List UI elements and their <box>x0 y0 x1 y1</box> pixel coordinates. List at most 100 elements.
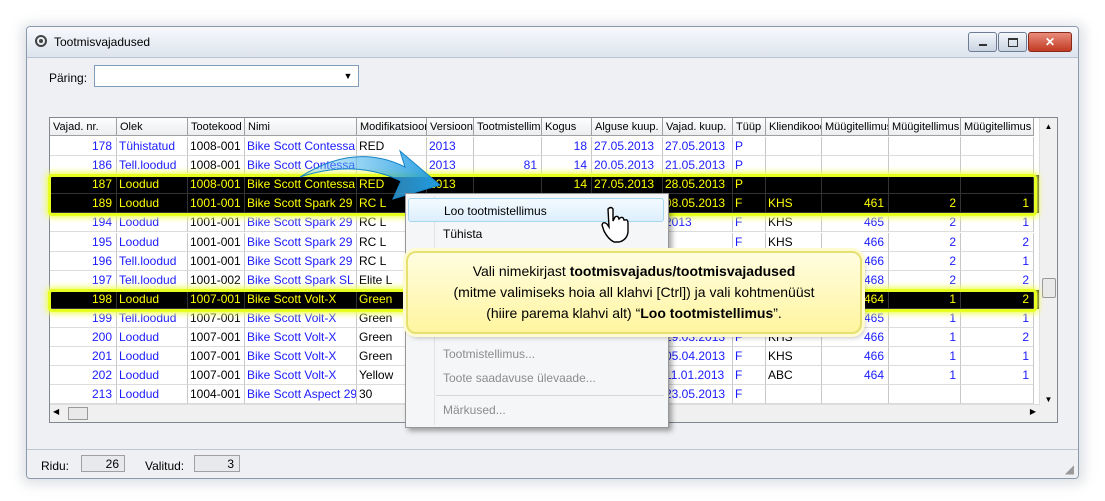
window-title: Tootmisvajadused <box>54 35 151 49</box>
column-header[interactable]: Versioon <box>427 118 474 136</box>
scroll-left-icon[interactable]: ◀ <box>53 407 59 416</box>
table-cell: 197 <box>50 270 117 290</box>
table-cell: 196 <box>50 251 117 271</box>
scroll-thumb[interactable] <box>1042 278 1056 298</box>
table-cell: Bike Scott Volt-X <box>245 366 357 386</box>
table-cell: 1 <box>961 251 1034 271</box>
column-header[interactable]: Tüüp <box>733 118 766 136</box>
column-header[interactable]: Olek <box>117 118 188 136</box>
table-cell: F <box>733 385 766 405</box>
table-cell: Bike Scott Spark 29 <box>245 213 357 233</box>
table-cell: Loodud <box>117 213 188 233</box>
table-cell <box>889 385 961 405</box>
table-cell: 27.05.2013 <box>592 137 663 156</box>
table-cell: 2 <box>889 213 961 233</box>
callout-text: Vali nimekirjast <box>472 263 570 279</box>
column-header[interactable]: Vajad. nr. <box>50 118 117 136</box>
scroll-right-icon[interactable]: ▶ <box>1030 407 1036 416</box>
status-bar: Ridu: 26 Valitud: 3 ◢ <box>27 449 1078 478</box>
table-cell: 1 <box>889 347 961 367</box>
table-cell: 14 <box>542 156 592 176</box>
minimize-button[interactable] <box>968 32 997 52</box>
hscroll-thumb[interactable] <box>68 407 88 420</box>
close-button[interactable]: ✕ <box>1028 32 1072 52</box>
table-cell: 186 <box>50 156 117 176</box>
menu-item-production-order[interactable]: Tootmistellimus... <box>408 342 664 366</box>
table-cell <box>961 385 1034 405</box>
callout-text: (mitme valimiseks hoia all klahvi [Ctrl]… <box>453 284 815 300</box>
vertical-scrollbar[interactable]: ▲ ▼ <box>1039 118 1057 422</box>
selected-count: 3 <box>194 455 240 472</box>
menu-item-notes[interactable]: Märkused... <box>408 398 664 422</box>
scroll-down-icon[interactable]: ▼ <box>1040 395 1057 404</box>
table-cell: 05.04.2013 <box>663 347 733 367</box>
table-cell: 1001-001 <box>188 213 245 233</box>
gear-icon <box>35 35 47 47</box>
table-cell: 1008-001 <box>188 137 245 156</box>
table-cell <box>961 137 1034 156</box>
table-cell <box>822 385 889 405</box>
table-cell: 1007-001 <box>188 366 245 386</box>
table-cell: 81 <box>474 156 542 176</box>
table-cell: P <box>733 156 766 176</box>
table-cell <box>961 156 1034 176</box>
resize-grip-icon[interactable]: ◢ <box>1065 462 1074 476</box>
column-header[interactable]: Müügitellimus <box>889 118 961 136</box>
callout-text: (hiire parema klahvi alt) “ <box>486 305 641 321</box>
table-cell: Bike Scott Volt-X <box>245 328 357 347</box>
query-select[interactable]: ▼ <box>94 65 359 87</box>
column-header[interactable]: Modifikatsioon <box>357 118 427 136</box>
table-row[interactable]: 178 Tühistatud 1008-001 Bike Scott Contessa… <box>50 137 1040 156</box>
table-cell: 466 <box>822 232 889 252</box>
table-cell: Tühistatud <box>117 137 188 156</box>
table-cell: Tell.loodud <box>117 251 188 271</box>
title-bar[interactable]: Tootmisvajadused ✕ <box>27 27 1078 58</box>
column-header[interactable]: Tootmistellimus <box>474 118 542 136</box>
table-cell: 200 <box>50 328 117 347</box>
column-header[interactable]: Vajad. kuup. <box>663 118 733 136</box>
table-cell: 1004-001 <box>188 385 245 405</box>
column-header[interactable]: Müügitellimus <box>822 118 889 136</box>
table-cell: 1007-001 <box>188 328 245 347</box>
table-cell: 1 <box>961 347 1034 367</box>
table-cell: KHS <box>766 347 822 367</box>
table-cell: F <box>733 366 766 386</box>
table-cell <box>474 137 542 156</box>
callout-text: ”. <box>773 305 782 321</box>
table-cell <box>663 232 733 252</box>
column-header[interactable]: Müügitellimus <box>961 118 1034 136</box>
table-cell: 2 <box>889 270 961 290</box>
table-cell: 2013 <box>663 213 733 233</box>
table-cell: F <box>733 232 766 252</box>
column-header[interactable]: Nimi <box>245 118 357 136</box>
table-cell: 21.05.2013 <box>663 156 733 176</box>
instruction-callout: Vali nimekirjast tootmisvajadus/tootmisv… <box>406 251 862 334</box>
table-cell: Bike Scott Spark SL <box>245 270 357 290</box>
rows-label: Ridu: <box>41 459 70 473</box>
table-cell <box>889 156 961 176</box>
column-header[interactable]: Kogus <box>542 118 592 136</box>
table-row[interactable]: 186 Tell.loodud 1008-001 Bike Scott Contess… <box>50 156 1040 176</box>
menu-item-availability[interactable]: Toote saadavuse ülevaade... <box>408 366 664 390</box>
table-cell: 18 <box>542 137 592 156</box>
table-cell: F <box>733 347 766 367</box>
column-header[interactable]: Kliendikood <box>766 118 822 136</box>
table-cell: P <box>733 137 766 156</box>
maximize-button[interactable] <box>998 32 1027 52</box>
table-cell: 1 <box>961 213 1034 233</box>
table-cell: 1008-001 <box>188 156 245 176</box>
minimize-icon <box>978 44 987 46</box>
scroll-up-icon[interactable]: ▲ <box>1040 118 1057 135</box>
table-cell <box>889 137 961 156</box>
table-cell: 2 <box>961 328 1034 347</box>
table-cell: 213 <box>50 385 117 405</box>
column-header[interactable]: Tootekood <box>188 118 245 136</box>
chevron-down-icon[interactable]: ▼ <box>341 69 355 82</box>
table-cell <box>766 137 822 156</box>
table-cell: 20.05.2013 <box>592 156 663 176</box>
column-header[interactable]: Alguse kuup. <box>592 118 663 136</box>
table-cell: Loodud <box>117 232 188 252</box>
table-cell: 1001-002 <box>188 270 245 290</box>
table-cell: 23.05.2013 <box>663 385 733 405</box>
table-cell: 2 <box>961 232 1034 252</box>
